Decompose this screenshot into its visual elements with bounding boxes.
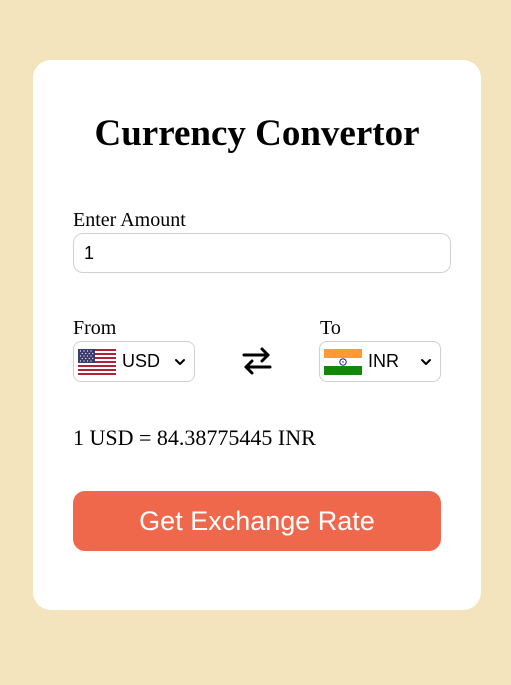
from-currency-select[interactable]: USD — [73, 341, 195, 382]
exchange-rate-result: 1 USD = 84.38775445 INR — [73, 425, 316, 450]
to-label: To — [320, 317, 341, 339]
to-currency-select[interactable]: INR — [319, 341, 441, 382]
chevron-down-icon — [175, 358, 185, 365]
india-flag-icon — [324, 348, 362, 375]
to-currency-code: INR — [368, 351, 399, 371]
from-currency-code: USD — [122, 351, 161, 371]
get-exchange-rate-button[interactable]: Get Exchange Rate — [73, 491, 441, 551]
chevron-down-icon — [421, 358, 431, 365]
amount-input[interactable] — [73, 233, 451, 273]
amount-label: Enter Amount — [73, 209, 186, 231]
swap-arrows-icon[interactable] — [240, 344, 274, 378]
us-flag-icon — [78, 348, 116, 375]
page-title: Currency Convertor — [94, 113, 420, 154]
converter-card: Currency Convertor Enter Amount From USD — [33, 60, 481, 610]
from-label: From — [73, 317, 117, 339]
